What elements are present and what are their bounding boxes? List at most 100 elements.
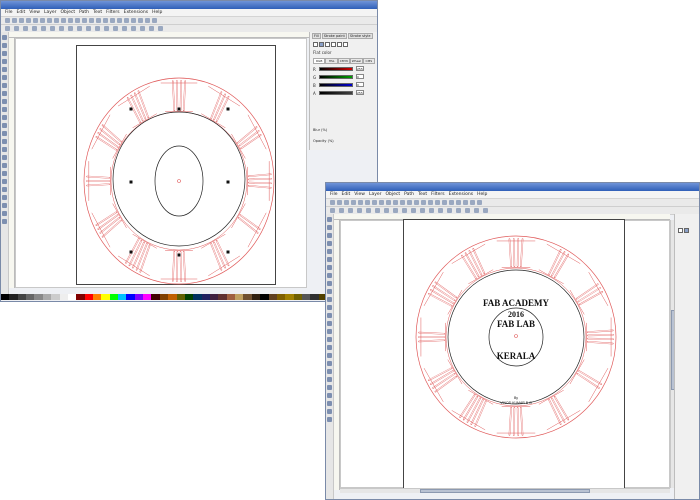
color-slider[interactable] [319, 75, 353, 79]
toolbar-button[interactable] [110, 18, 115, 23]
menu-filters[interactable]: Filters [106, 9, 120, 16]
tool-button[interactable] [2, 187, 7, 192]
palette-swatch[interactable] [268, 294, 277, 300]
toolbar-button[interactable] [122, 26, 127, 31]
toolbar-button[interactable] [470, 200, 475, 205]
dock-button[interactable] [684, 228, 689, 233]
menu-layer[interactable]: Layer [369, 191, 382, 198]
toolbar-button[interactable] [14, 26, 19, 31]
palette-swatch[interactable] [226, 294, 236, 300]
palette-swatch[interactable] [260, 294, 269, 300]
menu-file[interactable]: File [330, 191, 338, 198]
toolbar-button[interactable] [26, 18, 31, 23]
tool-button[interactable] [2, 163, 7, 168]
toolbar-button[interactable] [50, 26, 55, 31]
toolbar-button[interactable] [41, 26, 46, 31]
toolbar-button[interactable] [375, 208, 380, 213]
tool-button[interactable] [327, 257, 332, 262]
toolbar-button[interactable] [124, 18, 129, 23]
toolbar-button[interactable] [149, 26, 154, 31]
tool-button[interactable] [2, 67, 7, 72]
slider-value-input[interactable]: 0 [356, 74, 364, 79]
tool-button[interactable] [2, 51, 7, 56]
tool-button[interactable] [327, 329, 332, 334]
toolbar-button[interactable] [447, 208, 452, 213]
tool-button[interactable] [2, 99, 7, 104]
toolbar-button[interactable] [483, 208, 488, 213]
toolbar-button[interactable] [152, 18, 157, 23]
resize-handle[interactable] [129, 180, 133, 184]
toolbar-button[interactable] [386, 200, 391, 205]
toolbar-button[interactable] [402, 208, 407, 213]
radial-gradient-button[interactable] [331, 42, 336, 47]
toolbar-button[interactable] [47, 18, 52, 23]
toolbar-button[interactable] [358, 200, 363, 205]
tool-button[interactable] [327, 345, 332, 350]
toolbar-button[interactable] [113, 26, 118, 31]
tool-button[interactable] [2, 203, 7, 208]
tool-button[interactable] [2, 219, 7, 224]
palette-swatch[interactable] [26, 294, 35, 300]
tab-wheel[interactable]: Wheel [350, 58, 363, 64]
palette-swatch[interactable] [101, 294, 110, 300]
menu-layer[interactable]: Layer [44, 9, 57, 16]
tool-button[interactable] [2, 107, 7, 112]
toolbar-button[interactable] [330, 208, 335, 213]
tool-button[interactable] [2, 59, 7, 64]
toolbar-button[interactable] [456, 200, 461, 205]
toolbar-button[interactable] [89, 18, 94, 23]
menu-edit[interactable]: Edit [17, 9, 26, 16]
toolbar-button[interactable] [393, 208, 398, 213]
tool-button[interactable] [327, 289, 332, 294]
toolbar-button[interactable] [348, 208, 353, 213]
resize-handle[interactable] [226, 180, 230, 184]
toolbar-button[interactable] [54, 18, 59, 23]
scroll-thumb[interactable] [420, 489, 590, 493]
tool-button[interactable] [327, 313, 332, 318]
menu-object[interactable]: Object [60, 9, 75, 16]
toolbar-button[interactable] [145, 18, 150, 23]
menu-text[interactable]: Text [418, 191, 427, 198]
tool-button[interactable] [327, 297, 332, 302]
toolbar-button[interactable] [5, 26, 10, 31]
palette-swatch[interactable] [34, 294, 43, 300]
palette-swatch[interactable] [235, 294, 244, 300]
palette-swatch[interactable] [126, 294, 135, 300]
toolbar-button[interactable] [75, 18, 80, 23]
menu-extensions[interactable]: Extensions [449, 191, 473, 198]
toolbar-button[interactable] [366, 208, 371, 213]
dock-button[interactable] [678, 228, 683, 233]
tool-button[interactable] [2, 115, 7, 120]
toolbar-button[interactable] [438, 208, 443, 213]
tool-button[interactable] [327, 393, 332, 398]
palette-swatch[interactable] [1, 294, 10, 300]
tab-rgb[interactable]: RGB [313, 58, 326, 64]
toolbar-button[interactable] [32, 26, 37, 31]
toolbar-button[interactable] [407, 200, 412, 205]
palette-swatch[interactable] [109, 294, 119, 300]
toolbar-button[interactable] [372, 200, 377, 205]
toolbar-button[interactable] [140, 26, 145, 31]
tool-button[interactable] [327, 369, 332, 374]
menu-object[interactable]: Object [385, 191, 400, 198]
tool-button[interactable] [2, 123, 7, 128]
palette-swatch[interactable] [301, 294, 311, 300]
palette-swatch[interactable] [168, 294, 177, 300]
palette-swatch[interactable] [310, 294, 319, 300]
menu-help[interactable]: Help [152, 9, 162, 16]
swatch-button[interactable] [343, 42, 348, 47]
toolbar-button[interactable] [400, 200, 405, 205]
palette-swatch[interactable] [59, 294, 68, 300]
tab-stroke-style[interactable]: Stroke style [347, 33, 373, 39]
window-titlebar[interactable] [326, 183, 699, 191]
resize-handle[interactable] [177, 107, 181, 111]
palette-swatch[interactable] [92, 294, 102, 300]
tool-button[interactable] [327, 417, 332, 422]
tool-button[interactable] [2, 147, 7, 152]
tool-button[interactable] [327, 377, 332, 382]
tool-button[interactable] [2, 155, 7, 160]
tool-button[interactable] [2, 139, 7, 144]
tool-button[interactable] [327, 401, 332, 406]
slider-value-input[interactable]: 255 [356, 90, 364, 95]
tab-cmyk[interactable]: CMYK [337, 58, 351, 64]
